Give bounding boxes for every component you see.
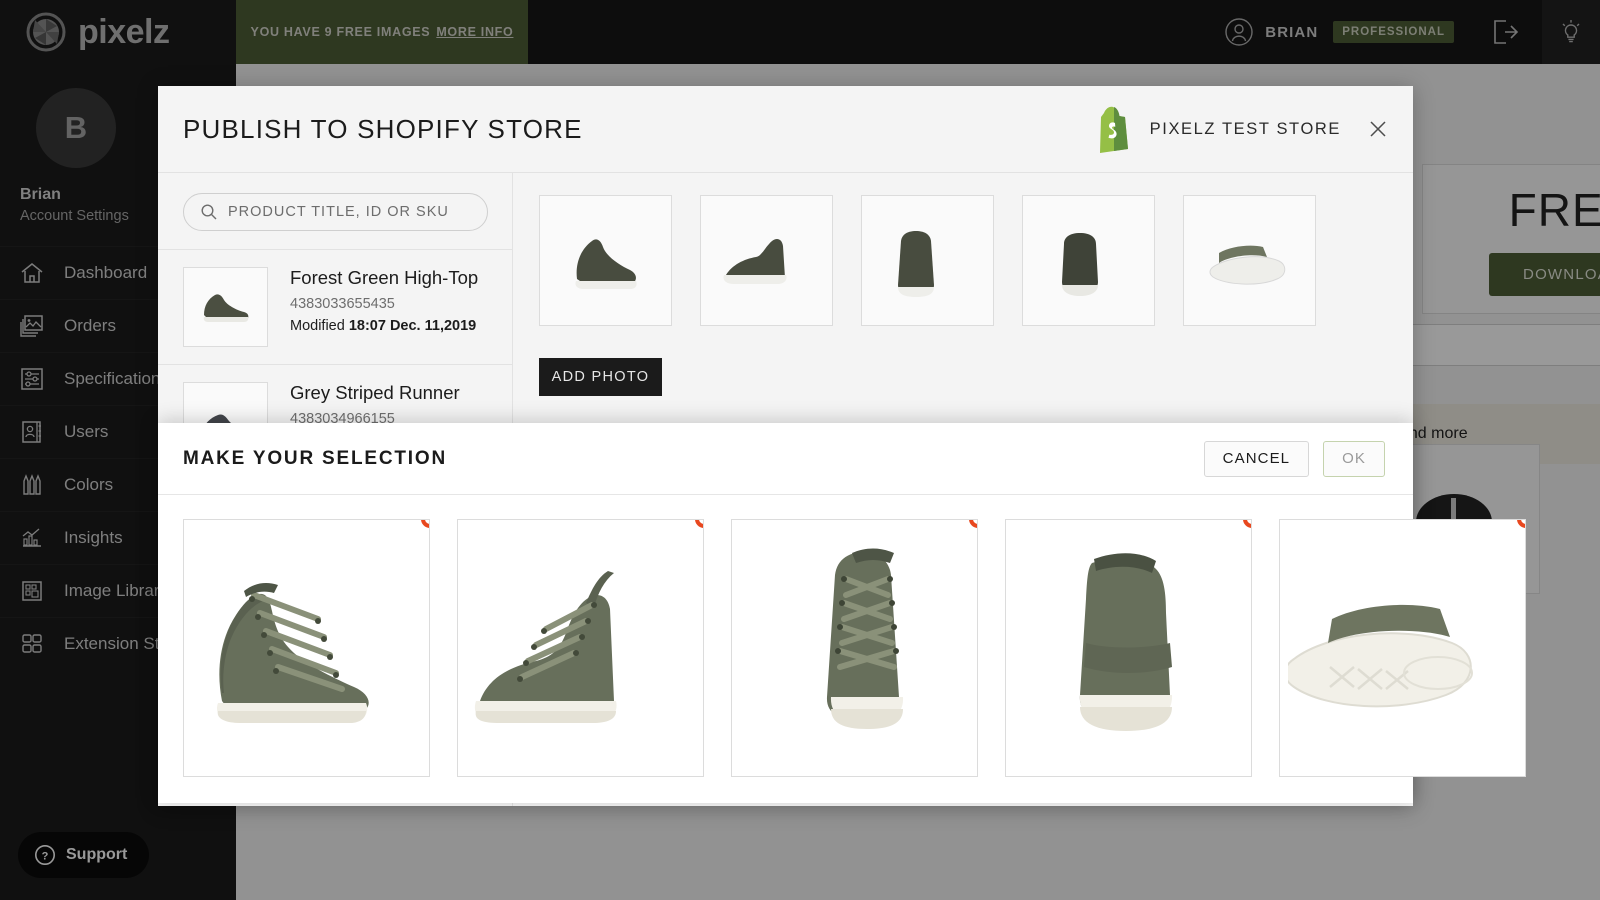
store-indicator: PIXELZ TEST STORE	[1092, 104, 1341, 154]
selection-radio[interactable]	[695, 519, 704, 528]
shopify-icon	[1092, 104, 1136, 154]
product-modified: Modified 18:07 Dec. 11,2019	[290, 318, 478, 334]
app-root: FREE DOWNLOAD and more Example 2 - View …	[0, 0, 1600, 900]
add-photo-button[interactable]: ADD PHOTO	[539, 358, 662, 396]
photo-strip	[539, 195, 1413, 326]
photo-card[interactable]	[539, 195, 672, 326]
product-search-input[interactable]: PRODUCT TITLE, ID OR SKU	[183, 193, 488, 231]
product-name: Forest Green High-Top	[290, 267, 478, 289]
selection-card[interactable]	[457, 519, 704, 777]
modal-header: PUBLISH TO SHOPIFY STORE PIXELZ TEST STO…	[158, 86, 1413, 172]
product-info: Forest Green High-Top 4383033655435 Modi…	[290, 267, 478, 347]
selection-radio[interactable]	[421, 519, 430, 528]
selection-strip	[158, 495, 1413, 777]
product-id: 4383033655435	[290, 296, 478, 312]
selection-title: MAKE YOUR SELECTION	[183, 448, 447, 470]
photo-card[interactable]	[1183, 195, 1316, 326]
photo-card[interactable]	[1022, 195, 1155, 326]
cancel-button[interactable]: CANCEL	[1204, 441, 1309, 477]
product-name: Grey Striped Runner	[290, 382, 460, 404]
selection-card[interactable]	[731, 519, 978, 777]
ok-button[interactable]: OK	[1323, 441, 1385, 477]
photo-card[interactable]	[861, 195, 994, 326]
product-list-item[interactable]: Forest Green High-Top 4383033655435 Modi…	[158, 249, 512, 364]
selection-panel: MAKE YOUR SELECTION CANCEL OK	[158, 423, 1413, 803]
selection-radio[interactable]	[1243, 519, 1252, 528]
product-modified-label: Modified	[290, 318, 345, 334]
selection-card[interactable]	[183, 519, 430, 777]
selection-radio[interactable]	[1517, 519, 1526, 528]
selection-header: MAKE YOUR SELECTION CANCEL OK	[158, 423, 1413, 495]
selection-card[interactable]	[1005, 519, 1252, 777]
page-title: PUBLISH TO SHOPIFY STORE	[183, 114, 583, 145]
selection-card[interactable]	[1279, 519, 1526, 777]
close-icon[interactable]	[1367, 118, 1389, 140]
product-search-placeholder: PRODUCT TITLE, ID OR SKU	[228, 204, 449, 220]
product-thumbnail	[183, 267, 268, 347]
photo-card[interactable]	[700, 195, 833, 326]
selection-radio[interactable]	[969, 519, 978, 528]
store-name: PIXELZ TEST STORE	[1150, 120, 1341, 139]
product-search-wrap: PRODUCT TITLE, ID OR SKU	[158, 173, 512, 249]
product-modified-value: 18:07 Dec. 11,2019	[349, 318, 476, 334]
search-icon	[200, 203, 218, 221]
